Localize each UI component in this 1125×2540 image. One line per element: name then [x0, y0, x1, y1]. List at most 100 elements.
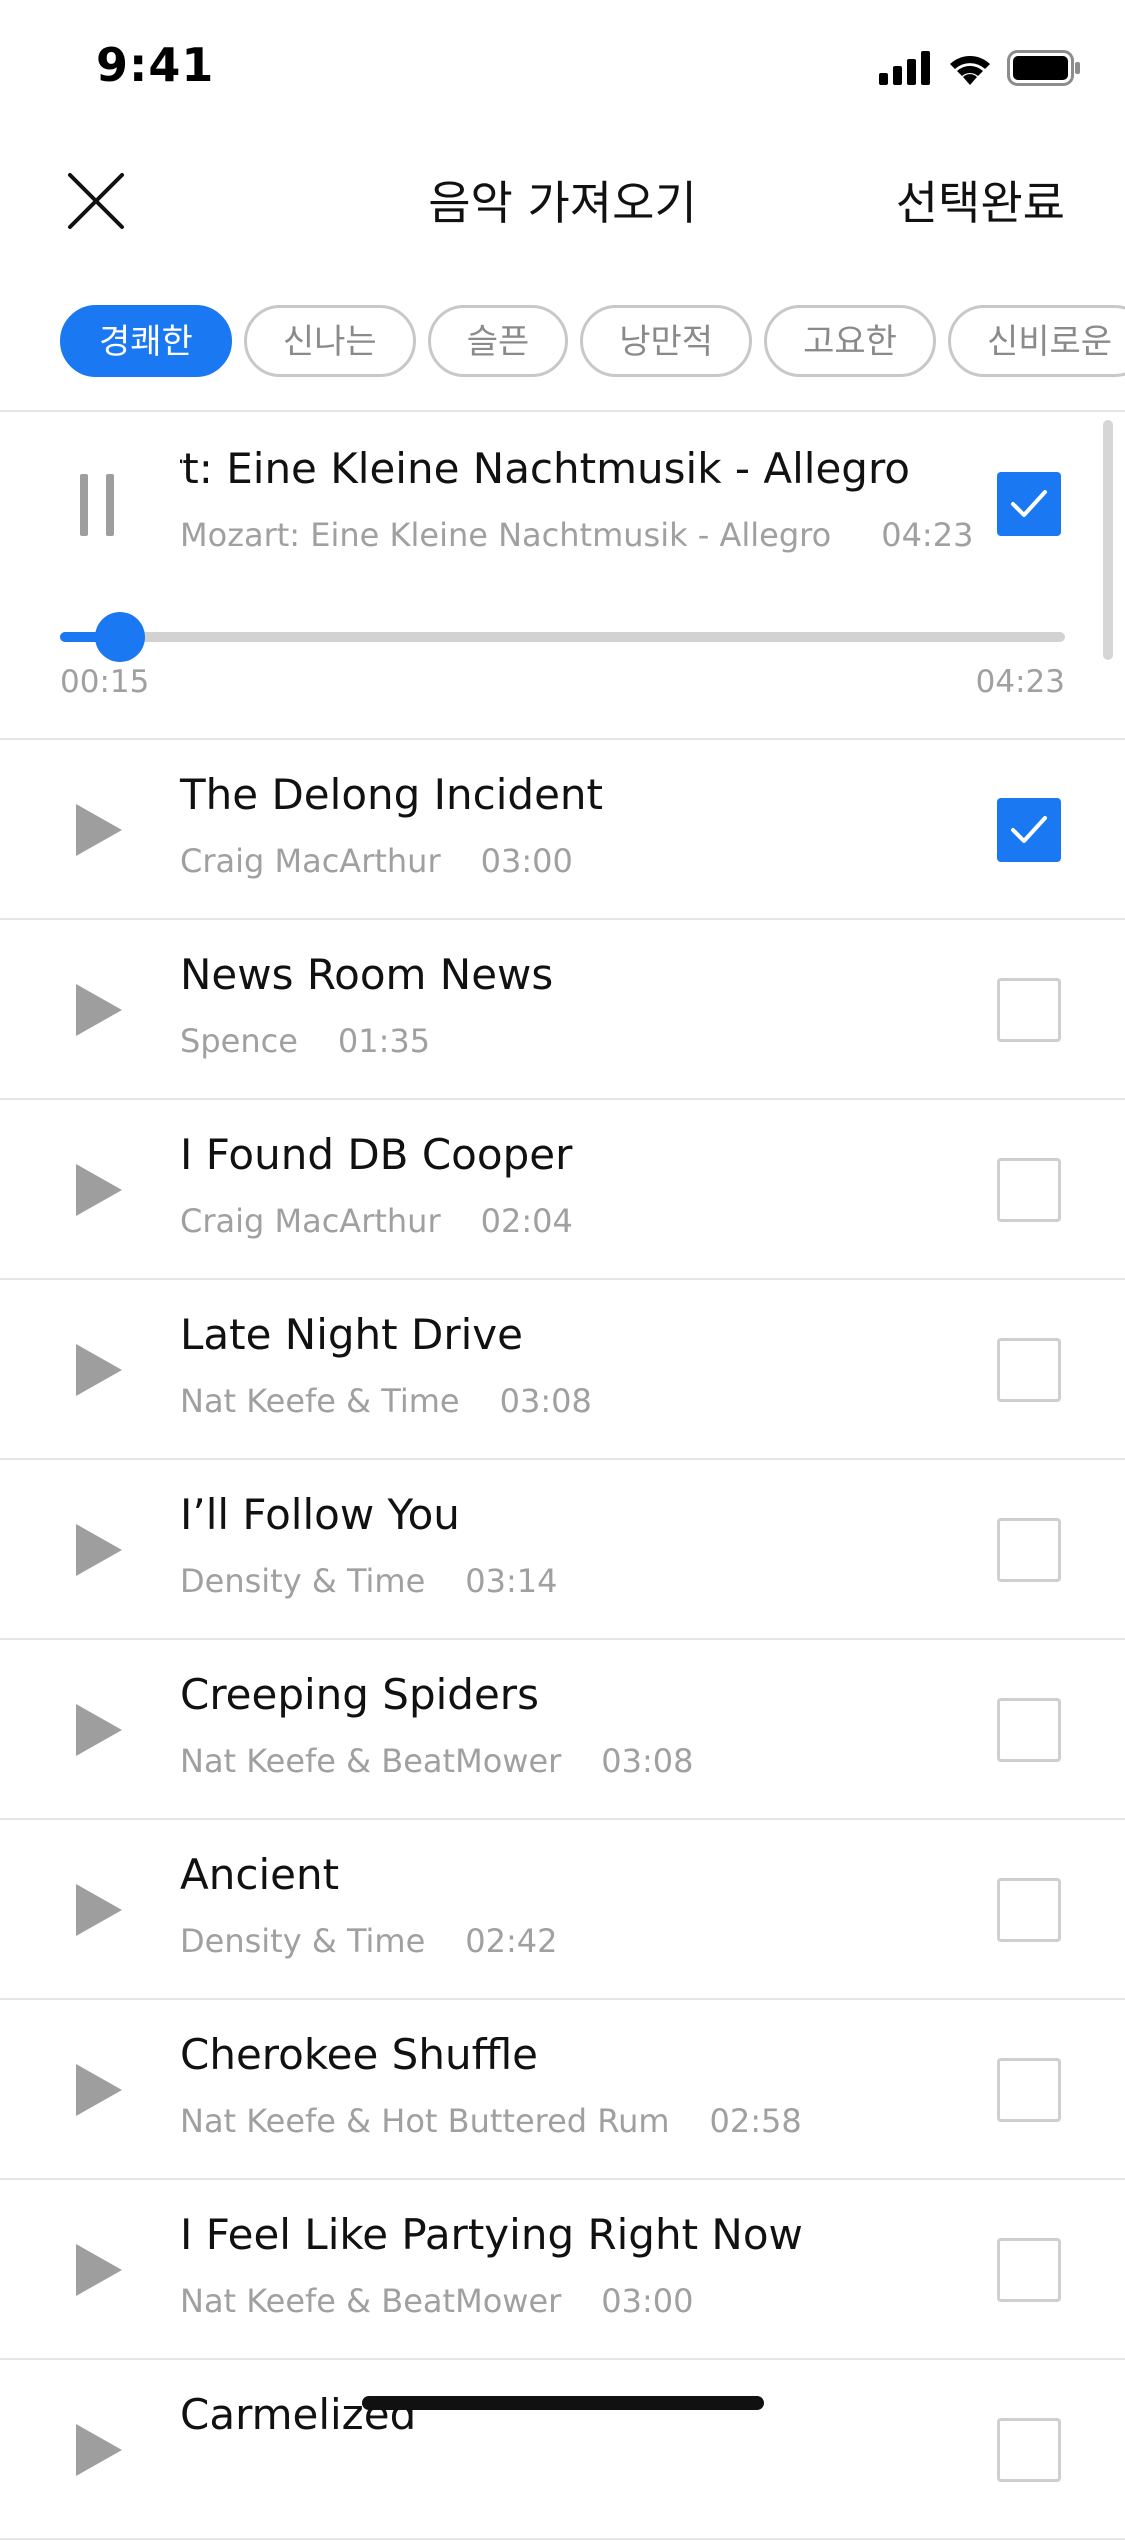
current-time: 00:15	[60, 664, 150, 700]
track-checkbox[interactable]	[997, 1338, 1061, 1402]
track-meta: Spence 01:35	[180, 1022, 430, 1060]
status-bar: 9:41	[0, 0, 1125, 135]
play-button[interactable]	[74, 1162, 126, 1218]
now-playing-subtitle: Mozart: Eine Kleine Nachtmusik - Allegro…	[180, 516, 973, 554]
track-meta: Nat Keefe & Time 03:08	[180, 1382, 592, 1420]
track-row[interactable]: The Delong Incident Craig MacArthur 03:00	[0, 740, 1125, 920]
track-row[interactable]: News Room News Spence 01:35	[0, 920, 1125, 1100]
now-playing-checkbox[interactable]	[997, 472, 1061, 536]
now-playing-title-marquee: Mozart: Eine Kleine Nachtmusik - Allegro	[180, 444, 940, 504]
play-icon	[76, 1344, 122, 1396]
track-row[interactable]: Carmelized	[0, 2360, 1125, 2540]
play-button[interactable]	[74, 1342, 126, 1398]
track-checkbox[interactable]	[997, 2058, 1061, 2122]
track-checkbox[interactable]	[997, 1698, 1061, 1762]
track-duration: 03:00	[480, 842, 573, 880]
track-title: Creeping Spiders	[180, 1670, 539, 1719]
play-button[interactable]	[74, 982, 126, 1038]
track-meta: Craig MacArthur 02:04	[180, 1202, 573, 1240]
mood-chip[interactable]: 신나는	[243, 305, 416, 377]
track-checkbox[interactable]	[997, 1518, 1061, 1582]
play-button[interactable]	[74, 1882, 126, 1938]
track-artist: Nat Keefe & BeatMower	[180, 1742, 562, 1780]
play-icon	[76, 2064, 122, 2116]
track-row[interactable]: Creeping Spiders Nat Keefe & BeatMower 03:…	[0, 1640, 1125, 1820]
track-list: The Delong Incident Craig MacArthur 03:00 N…	[0, 740, 1125, 2540]
track-artist: Craig MacArthur	[180, 1202, 441, 1240]
now-playing-artist: Mozart: Eine Kleine Nachtmusik - Allegro	[180, 516, 832, 554]
track-row[interactable]: Late Night Drive Nat Keefe & Time 03:08	[0, 1280, 1125, 1460]
track-artist: Density & Time	[180, 1922, 426, 1960]
track-duration: 03:08	[499, 1382, 592, 1420]
play-icon	[76, 2244, 122, 2296]
track-title: I Feel Like Partying Right Now	[180, 2210, 803, 2259]
scrollbar[interactable]	[1103, 420, 1113, 660]
track-title: Late Night Drive	[180, 1310, 523, 1359]
checkmark-icon	[1011, 490, 1047, 517]
track-artist: Nat Keefe & Hot Buttered Rum	[180, 2102, 670, 2140]
mood-filter-chips: 경쾌한 신나는 슬픈 낭만적 고요한 신비로운	[60, 305, 1125, 377]
track-checkbox[interactable]	[997, 798, 1061, 862]
track-row[interactable]: I Feel Like Partying Right Now Nat Keefe …	[0, 2180, 1125, 2360]
home-indicator	[362, 2396, 764, 2410]
mood-chip[interactable]: 낭만적	[580, 305, 753, 377]
navigation-header: 음악 가져오기 선택완료	[0, 135, 1125, 255]
track-meta: Density & Time 03:14	[180, 1562, 557, 1600]
progress-slider[interactable]	[60, 612, 1065, 662]
track-row[interactable]: I’ll Follow You Density & Time 03:14	[0, 1460, 1125, 1640]
track-checkbox[interactable]	[997, 1158, 1061, 1222]
checkmark-icon	[1011, 816, 1047, 843]
track-artist: Nat Keefe & BeatMower	[180, 2282, 562, 2320]
total-time: 04:23	[975, 664, 1065, 700]
track-title: Cherokee Shuffle	[180, 2030, 539, 2079]
now-playing-title: Mozart: Eine Kleine Nachtmusik - Allegro	[180, 444, 910, 493]
track-title: Ancient	[180, 1850, 340, 1899]
play-button[interactable]	[74, 2242, 126, 2298]
play-button[interactable]	[74, 1702, 126, 1758]
track-artist: Spence	[180, 1022, 298, 1060]
play-icon	[76, 984, 122, 1036]
mood-chip[interactable]: 슬픈	[427, 305, 569, 377]
track-row[interactable]: Ancient Density & Time 02:42	[0, 1820, 1125, 2000]
progress-thumb[interactable]	[95, 612, 145, 662]
track-checkbox[interactable]	[997, 978, 1061, 1042]
now-playing-duration: 04:23	[881, 516, 974, 554]
cellular-signal-icon	[879, 51, 930, 85]
track-duration: 01:35	[337, 1022, 431, 1060]
play-button[interactable]	[74, 1522, 126, 1578]
done-button[interactable]: 선택완료	[896, 167, 1065, 233]
track-title: The Delong Incident	[180, 770, 603, 819]
track-row[interactable]: I Found DB Cooper Craig MacArthur 02:04	[0, 1100, 1125, 1280]
track-meta: Nat Keefe & BeatMower 03:08	[180, 1742, 694, 1780]
track-meta	[180, 2462, 220, 2500]
play-button[interactable]	[74, 2422, 126, 2478]
track-checkbox[interactable]	[997, 1878, 1061, 1942]
track-meta: Nat Keefe & BeatMower 03:00	[180, 2282, 694, 2320]
play-icon	[76, 804, 122, 856]
track-duration: 02:42	[465, 1922, 558, 1960]
track-title: I Found DB Cooper	[180, 1130, 573, 1179]
track-checkbox[interactable]	[997, 2418, 1061, 2482]
mood-chip[interactable]: 고요한	[764, 305, 936, 377]
track-checkbox[interactable]	[997, 2238, 1061, 2302]
track-meta: Craig MacArthur 03:00	[180, 842, 573, 880]
track-duration: 03:00	[601, 2282, 694, 2320]
status-time: 9:41	[96, 38, 215, 92]
track-duration: 03:14	[465, 1562, 558, 1600]
mood-chip[interactable]: 신비로운	[947, 305, 1125, 377]
track-artist: Density & Time	[180, 1562, 426, 1600]
play-icon	[76, 1704, 122, 1756]
track-duration: 02:04	[480, 1202, 573, 1240]
status-icons	[879, 48, 1081, 88]
track-title: I’ll Follow You	[180, 1490, 460, 1539]
track-row[interactable]: Cherokee Shuffle Nat Keefe & Hot Buttered…	[0, 2000, 1125, 2180]
track-duration: 03:08	[601, 1742, 694, 1780]
play-button[interactable]	[74, 2062, 126, 2118]
track-meta: Nat Keefe & Hot Buttered Rum 02:58	[180, 2102, 802, 2140]
pause-button[interactable]	[72, 474, 122, 536]
play-button[interactable]	[74, 802, 126, 858]
now-playing-row: Mozart: Eine Kleine Nachtmusik - Allegro…	[0, 412, 1125, 737]
mood-chip[interactable]: 경쾌한	[60, 305, 232, 377]
wifi-icon	[950, 56, 990, 85]
track-title: News Room News	[180, 950, 554, 999]
